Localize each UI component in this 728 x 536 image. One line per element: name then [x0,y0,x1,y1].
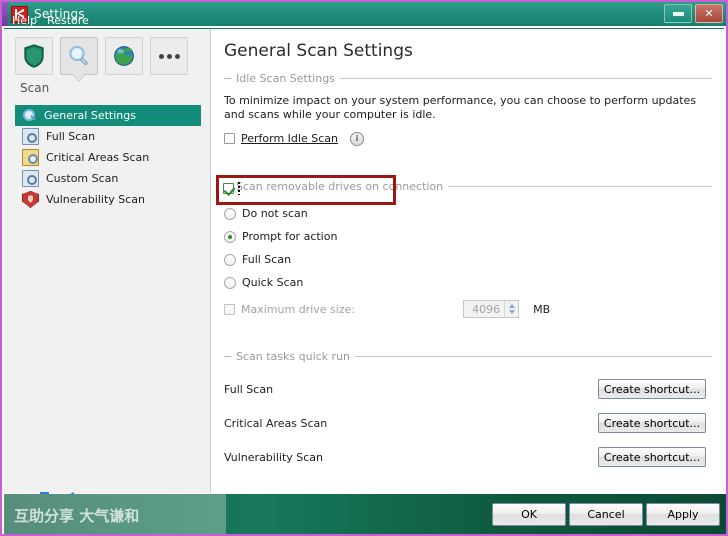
perform-idle-scan-checkbox[interactable] [224,133,235,144]
option-full-scan[interactable]: Full Scan [224,251,712,268]
maximum-drive-size-unit: MB [533,302,551,316]
radio-do-not-scan[interactable] [224,207,236,220]
toolbar-scan[interactable] [60,37,98,75]
create-shortcut-button-full-scan[interactable]: Create shortcut... [598,379,706,399]
sidebar-item-full-scan[interactable]: Full Scan [15,126,201,147]
quickrun-task-name: Critical Areas Scan [224,416,328,430]
highlighted-checkbox[interactable] [223,183,234,194]
close-button[interactable]: ✕ [695,4,723,23]
titlebar-accent [2,2,8,26]
cancel-button[interactable]: Cancel [569,503,643,526]
ellipsis-icon [158,53,180,59]
maximum-drive-size-value: 4096 [472,302,501,316]
category-toolbar [15,37,188,75]
minimize-button[interactable] [664,4,692,23]
radio-full-scan[interactable] [224,253,236,266]
idle-scan-settings-group: Idle Scan Settings To minimize impact on… [224,71,712,147]
settings-window: Settings ✕ Scan General Settings Full Sc… [0,0,728,536]
text-caret-icon [238,182,240,195]
maximum-drive-size-stepper[interactable]: 4096 [463,300,520,318]
sidebar-item-label: Critical Areas Scan [46,151,150,164]
title-bar: Settings ✕ [2,2,726,26]
sidebar-item-critical-areas-scan[interactable]: Critical Areas Scan [15,147,201,168]
sidebar-nav: General Settings Full Scan Critical Area… [15,105,201,210]
group-rule [339,77,712,79]
stepper-arrows[interactable] [504,301,519,317]
option-label: Quick Scan [242,276,304,289]
option-label: Prompt for action [242,230,338,243]
quick-run-group: Scan tasks quick run Full Scan Create sh… [224,349,712,469]
sidebar-item-vulnerability-scan[interactable]: Vulnerability Scan [15,189,201,210]
group-rule [355,355,712,357]
globe-icon [114,46,134,66]
footer-bar: OK Cancel Apply [4,494,726,534]
maximum-drive-size-label: Maximum drive size: [241,302,356,316]
group-rule [448,185,712,187]
idle-scan-description: To minimize impact on your system perfor… [224,94,697,121]
folder-scan-icon [22,149,39,166]
sidebar-item-custom-scan[interactable]: Custom Scan [15,168,201,189]
apply-button[interactable]: Apply [646,503,720,526]
info-icon[interactable]: i [349,131,364,146]
option-quick-scan[interactable]: Quick Scan [224,274,712,291]
toolbar-section-label: Scan [20,81,50,95]
group-title: Scan tasks quick run [236,349,351,363]
quickrun-task-name: Full Scan [224,382,274,396]
sidebar-item-label: Custom Scan [46,172,119,185]
create-shortcut-button-vulnerability-scan[interactable]: Create shortcut... [598,447,706,467]
maximum-drive-size-row: Maximum drive size: 4096 MB [224,299,712,319]
sidebar-item-label: General Settings [44,109,136,122]
toolbar-protection-center[interactable] [15,37,53,75]
help-link[interactable]: Help [12,14,37,27]
content-area: Scan General Settings Full Scan Critical… [4,28,724,494]
toolbar-advanced-settings[interactable] [150,37,188,75]
group-dash [224,355,231,357]
quickrun-row-full-scan: Full Scan Create shortcut... [224,377,706,401]
perform-idle-scan-label: Perform Idle Scan [241,132,338,145]
perform-idle-scan-row: Perform Idle Scan i [224,130,712,147]
radio-quick-scan[interactable] [224,276,236,289]
option-label: Do not scan [242,207,308,220]
footer-buttons: OK Cancel Apply [492,503,720,526]
toolbar-update[interactable] [105,37,143,75]
document-scan-icon [22,128,39,145]
magnifier-icon [69,45,88,66]
restore-link[interactable]: Restore [47,14,89,27]
group-title: Idle Scan Settings [236,71,335,85]
footer-links: Help Restore [12,14,89,27]
chevron-down-icon [508,310,515,314]
quickrun-row-vulnerability-scan: Vulnerability Scan Create shortcut... [224,445,706,469]
window-controls: ✕ [664,4,723,23]
sidebar-item-general-settings[interactable]: General Settings [15,105,201,126]
minimize-icon [672,11,684,16]
right-pane: General Scan Settings Idle Scan Settings… [212,29,724,493]
magnifier-icon [22,108,37,123]
sidebar-item-label: Full Scan [46,130,96,143]
quickrun-row-critical-areas-scan: Critical Areas Scan Create shortcut... [224,411,706,435]
group-header: Scan tasks quick run [224,349,712,363]
shield-icon [24,44,44,68]
chevron-up-icon [508,304,515,308]
radio-prompt-for-action[interactable] [224,230,236,243]
group-dash [224,77,231,79]
option-label: Full Scan [242,253,292,266]
sidebar-item-label: Vulnerability Scan [46,193,146,206]
document-scan-icon [22,170,39,187]
quickrun-task-name: Vulnerability Scan [224,450,324,464]
shield-icon [22,191,39,208]
highlighted-checkbox-row [223,182,244,195]
maximum-drive-size-checkbox[interactable] [224,303,235,315]
page-title: General Scan Settings [224,41,413,61]
option-prompt-for-action[interactable]: Prompt for action [224,228,712,245]
create-shortcut-button-critical-areas-scan[interactable]: Create shortcut... [598,413,706,433]
ok-button[interactable]: OK [492,503,566,526]
left-pane: Scan General Settings Full Scan Critical… [4,29,211,493]
option-do-not-scan[interactable]: Do not scan [224,205,712,222]
group-header: Idle Scan Settings [224,71,712,85]
